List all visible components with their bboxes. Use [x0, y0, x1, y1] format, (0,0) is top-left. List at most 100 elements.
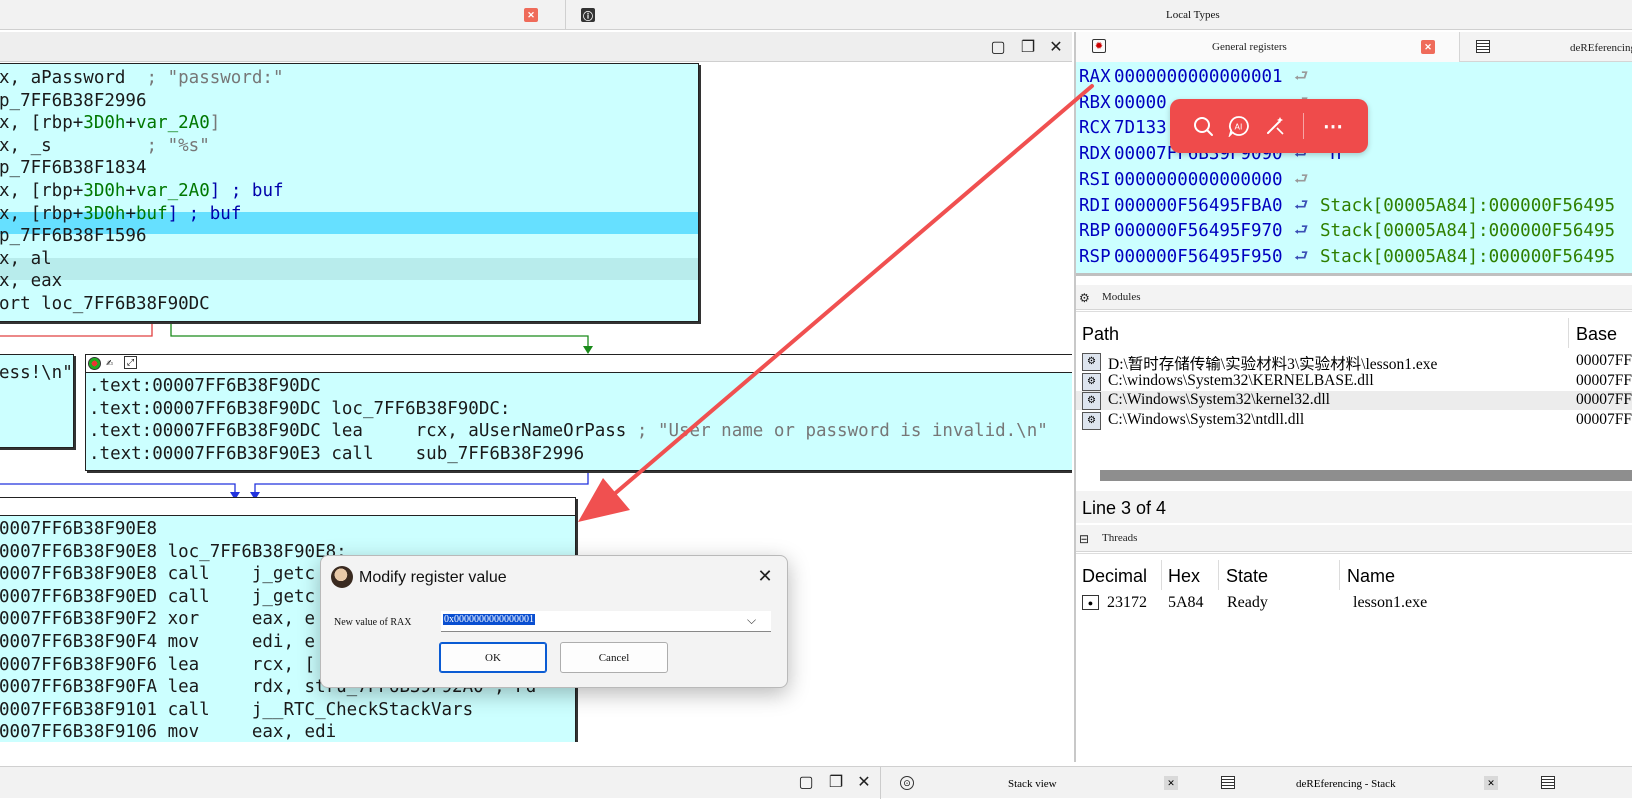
code-line[interactable]: 0007FF6B38F90F2 xor eax, e [0, 609, 315, 629]
code-line[interactable]: p_7FF6B38F1596 [0, 226, 147, 246]
code-line[interactable]: 0007FF6B38F90F6 lea rcx, [ [0, 655, 315, 675]
code-line[interactable]: x, _s ; "%s" [0, 136, 210, 156]
register-row[interactable]: RSI 0000000000000000 ⮐ [1076, 168, 1632, 192]
modules-table[interactable]: Path Base ⚙ D:\暂时存储传输\实验材料3\实验材料\lesson1.… [1076, 311, 1632, 491]
code-line[interactable]: 0007FF6B38F90E8 call j_getc [0, 564, 315, 584]
edit-block-icon[interactable]: ✍ [106, 355, 113, 369]
register-value: 0000000000000001 [1114, 67, 1283, 87]
code-line[interactable]: p_7FF6B38F1834 [0, 158, 147, 178]
code-line[interactable]: x, [rbp+3D0h+buf] ; buf [0, 204, 241, 224]
ok-button[interactable]: OK [439, 642, 547, 673]
thread-row[interactable]: ● 23172 5A84 Ready lesson1.exe [1076, 592, 1632, 614]
code-line[interactable]: 0007FF6B38F9106 mov eax, edi [0, 722, 336, 742]
code-line[interactable]: 0007FF6B38F90E8 [0, 519, 157, 539]
modules-hscrollbar[interactable] [1100, 470, 1632, 481]
module-row[interactable]: ⚙ C:\Windows\System32\ntdll.dll 00007FF [1076, 411, 1632, 430]
chevron-down-icon[interactable]: ⌵ [747, 613, 756, 628]
code-text: call sub_7FF6B38F2996 [320, 443, 585, 464]
dialog-title: Modify register value [359, 569, 507, 586]
code-line[interactable]: x, [rbp+3D0h+var_2A0] ; buf [0, 181, 284, 201]
tab-deref-stack[interactable]: deREferencing - Stack [1296, 778, 1396, 790]
close-deref-stack-icon[interactable]: ✕ [1484, 776, 1498, 790]
code-line[interactable]: x, al [0, 249, 52, 269]
module-base: 00007FF [1576, 410, 1632, 428]
stub-line: ess!\n" [0, 363, 73, 383]
modules-title: Modules [1102, 291, 1141, 303]
code-line[interactable]: .text:00007FF6B38F90DC loc_7FF6B38F90DC: [89, 399, 510, 419]
code-text: x, [rbp+ [0, 181, 84, 201]
code-line[interactable]: .text:00007FF6B38F90DC [89, 376, 321, 396]
tab-local-types[interactable]: Local Types [1166, 9, 1220, 21]
threads-col-state[interactable]: State [1226, 566, 1268, 587]
code-block-password[interactable]: x, aPassword ; "password:" p_7FF6B38F2996… [0, 63, 699, 322]
register-row[interactable]: RDI 000000F56495FBA0 ⮐ Stack[00005A84]:0000… [1076, 194, 1632, 218]
close-stack-view-icon[interactable]: ✕ [1164, 776, 1178, 790]
modules-col-divider[interactable] [1568, 318, 1569, 348]
threads-col-hex[interactable]: Hex [1168, 566, 1200, 587]
module-row[interactable]: ⚙ D:\暂时存储传输\实验材料3\实验材料\lesson1.exe 00007FF [1076, 352, 1632, 373]
register-row[interactable]: RBP 000000F56495F970 ⮐ Stack[00005A84]:0000… [1076, 219, 1632, 243]
code-line[interactable]: ort loc_7FF6B38F90DC [0, 294, 210, 314]
code-line[interactable]: 0007FF6B38F90E8 loc_7FF6B38F90E8: [0, 542, 347, 562]
close-tab-icon[interactable] [524, 8, 538, 22]
tab-stack-view[interactable]: Stack view [1008, 778, 1057, 790]
code-address: .text:00007FF6B38F90DC [89, 376, 321, 396]
register-comment: Stack[00005A84]:000000F56495 [1320, 195, 1616, 216]
close-registers-icon[interactable] [1421, 40, 1435, 54]
module-row[interactable]: ⚙ C:\Windows\System32\kernel32.dll 00007FF [1076, 391, 1632, 410]
search-icon[interactable] [1186, 109, 1220, 143]
register-name: RAX [1079, 67, 1111, 87]
code-line[interactable]: p_7FF6B38F2996 [0, 91, 147, 111]
restore-icon[interactable]: ❐ [825, 771, 847, 793]
code-comment: ] ; buf [209, 181, 284, 201]
modules-col-base[interactable]: Base [1576, 324, 1617, 345]
more-icon[interactable]: ⋯ [1316, 109, 1350, 143]
code-block-stub[interactable]: ess!\n" [0, 354, 74, 448]
thread-decimal: 23172 [1107, 594, 1147, 611]
dialog-close-icon[interactable]: ✕ [753, 564, 777, 588]
threads-col-name[interactable]: Name [1347, 566, 1395, 587]
code-text: lea rcx, aUserNameOrPass [320, 421, 627, 442]
code-block-invalid-password[interactable]: ✍ ⤢ .text:00007FF6B38F90DC .text:00007FF6… [85, 354, 1072, 471]
register-row[interactable]: RSP 000000F56495F950 ⮐ Stack[00005A84]:0000… [1076, 245, 1632, 269]
return-arrow-icon: ⮐ [1294, 168, 1309, 188]
threads-table[interactable]: Decimal Hex State Name ● 23172 5A84 Read… [1076, 553, 1632, 763]
modules-status-text: Line 3 of 4 [1082, 498, 1167, 518]
threads-col-decimal[interactable]: Decimal [1082, 566, 1147, 587]
code-line[interactable]: x, eax [0, 271, 62, 291]
code-line[interactable]: x, [rbp+3D0h+var_2A0] [0, 113, 220, 133]
code-line[interactable]: .text:00007FF6B38F90DC lea rcx, aUserNam… [89, 421, 1048, 441]
ai-icon[interactable]: AI [1222, 109, 1256, 143]
close-icon[interactable]: ✕ [853, 771, 875, 793]
modules-status: Line 3 of 4 [1076, 491, 1632, 523]
code-text: + [125, 113, 136, 134]
registers-panel[interactable]: RAX0000000000000001⮐RBX00000⮐RCX7D133⮐RD… [1076, 62, 1632, 276]
tab-general-registers[interactable]: ✹ General registers [1076, 32, 1460, 62]
register-value: 000000F56495F970 [1114, 221, 1283, 242]
group-nodes-icon[interactable]: ⤢ [124, 356, 137, 369]
new-value-label: New value of RAX [334, 617, 412, 628]
stack-view-icon: ⊙ [900, 776, 914, 790]
graph-color-icon[interactable] [88, 357, 101, 370]
module-row[interactable]: ⚙ C:\windows\System32\KERNELBASE.dll 00007… [1076, 372, 1632, 391]
code-line[interactable]: .text:00007FF6B38F90E3 call sub_7FF6B38F… [89, 444, 584, 464]
thread-name: lesson1.exe [1353, 594, 1428, 611]
maximize-icon[interactable]: ▢ [795, 771, 817, 793]
code-line[interactable]: 0007FF6B38F90F4 mov edi, e [0, 632, 315, 652]
code-offset: 3D0h [83, 181, 126, 201]
magic-wand-icon[interactable] [1258, 109, 1292, 143]
register-value: 000000F56495FBA0 [1114, 195, 1283, 216]
modules-col-path[interactable]: Path [1082, 324, 1119, 345]
code-address: .text:00007FF6B38F90DC [89, 398, 321, 419]
return-arrow-icon: ⮐ [1294, 245, 1309, 265]
register-row[interactable]: RAX 0000000000000001 ⮐ [1076, 65, 1632, 89]
threads-icon: ⊟ [1079, 532, 1090, 546]
tab-dereferencing[interactable]: deREferencing [1570, 42, 1632, 54]
code-line[interactable]: 0007FF6B38F9101 call j__RTC_CheckStackVa… [0, 700, 473, 720]
register-value-input[interactable]: 0x0000000000000001 ⌵ [441, 611, 771, 632]
threads-col-divider [1161, 560, 1162, 590]
cancel-button[interactable]: Cancel [560, 642, 668, 673]
code-line[interactable]: x, aPassword ; "password:" [0, 68, 283, 88]
thread-icon: ● [1082, 595, 1099, 610]
code-line[interactable]: 0007FF6B38F90ED call j_getc [0, 587, 315, 607]
